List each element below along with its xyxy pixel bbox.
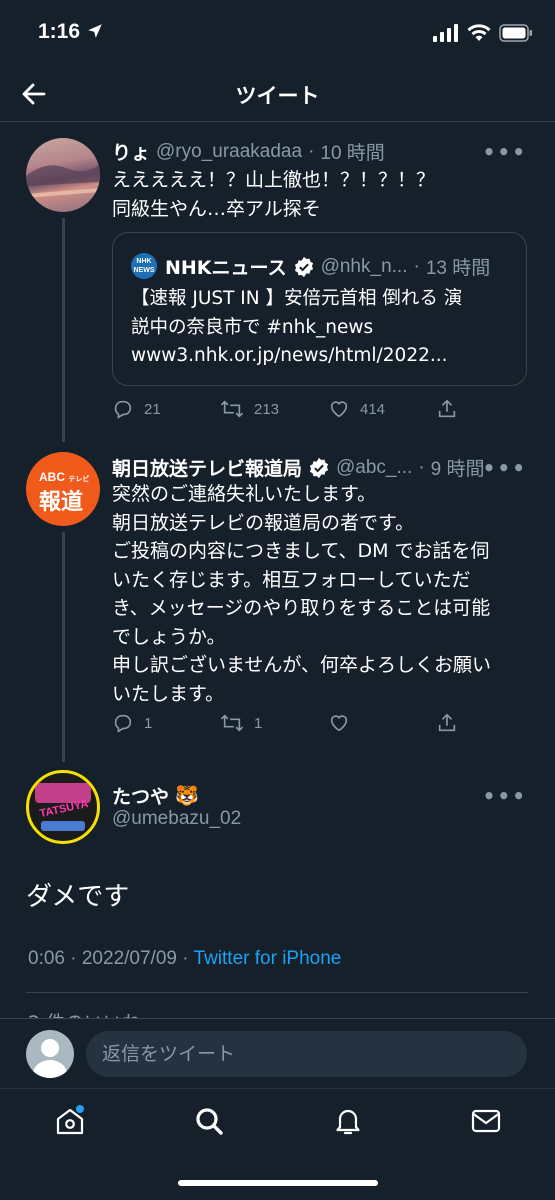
avatar-abc[interactable]: ABC テレビ 報道 [26,452,100,526]
reply-count: 21 [144,400,161,418]
avatar-ryo[interactable] [26,138,100,212]
quoted-tweet[interactable]: NHK NEWS NHKニュース @nhk_n... · 13 時間 【速報 JU… [112,232,527,386]
home-icon[interactable] [54,1105,86,1137]
divider [26,992,528,993]
more-options-icon[interactable]: ••• [483,140,527,164]
wifi-icon [467,24,491,41]
status-bar: 1:16 [0,0,555,66]
avatar-tatsuya[interactable]: TATSUYA [26,770,100,844]
cellular-signal-icon [433,24,458,42]
like-button[interactable] [328,712,436,734]
author-name[interactable]: たつや [112,782,169,809]
notifications-bell-icon[interactable] [332,1105,364,1137]
tweet-actions: 21 213 414 [112,398,544,420]
tweet-ryo[interactable]: りょ @ryo_uraakadaa · 10 時間 ••• えええええ！？山上徹… [0,122,555,442]
tweet-time: 9 時間 [430,459,485,480]
quoted-author-name: NHKニュース [165,257,287,279]
battery-icon [499,24,532,42]
tweet-time: 10 時間 [320,143,385,164]
retweet-button[interactable]: 213 [220,398,328,420]
retweet-count: 1 [254,714,263,732]
status-time: 1:16 [38,20,104,44]
page-title: ツイート [235,84,320,108]
retweet-icon [220,400,244,418]
reply-input[interactable]: 返信をツイート [86,1031,527,1077]
reply-button[interactable]: 1 [112,712,220,734]
search-icon[interactable] [193,1105,225,1137]
thread-line [62,532,65,762]
share-icon [438,399,456,418]
tweet-actions: 1 1 [112,712,544,734]
tweet-text: 突然のご連絡失礼いたします。 朝日放送テレビの報道局の者です。 ご投稿の内容につ… [112,483,492,705]
thread-line [62,218,65,442]
quoted-tweet-text: 【速報 JUST IN 】安倍元首相 倒れる 演 説中の奈良市で #nhk_ne… [131,288,463,366]
nhk-logo-icon: NHK NEWS [131,253,157,279]
author-name[interactable]: りょ [112,138,150,165]
verified-badge-icon [294,256,313,277]
reply-count: 1 [144,714,153,732]
author-handle[interactable]: @umebazu_02 [112,808,241,830]
reply-button[interactable]: 21 [112,398,220,420]
home-indicator [178,1180,378,1186]
retweet-count: 213 [254,400,280,418]
tweet-text: えええええ！？山上徹也！？！？！？ 同級生やん…卒アル探そ [112,169,436,220]
reply-icon [114,400,132,419]
main-tweet: TATSUYA たつや 🐯 ••• @umebazu_02 ダメです 0:06 … [0,762,555,1018]
share-icon [438,713,456,732]
retweet-icon [220,714,244,732]
main-tweet-text: ダメです [26,882,130,912]
more-options-icon[interactable]: ••• [483,784,527,808]
retweet-button[interactable]: 1 [220,712,328,734]
my-avatar[interactable] [26,1030,74,1078]
tweet-abc[interactable]: ABC テレビ 報道 朝日放送テレビ報道局 @abc_... · 9 時間 ••… [0,442,555,762]
verified-badge-icon [309,457,329,478]
tiger-emoji: 🐯 [175,785,199,807]
heart-icon [330,401,348,418]
tweet-source-link[interactable]: Twitter for iPhone [194,948,342,969]
sunset-image [26,164,100,198]
quoted-author-handle: @nhk_n... [320,255,408,277]
messages-mail-icon[interactable] [470,1105,502,1137]
like-button[interactable]: 414 [328,398,436,420]
share-button[interactable] [436,398,544,420]
quoted-tweet-time: 13 時間 [425,258,491,279]
author-handle[interactable]: @abc_... [336,457,412,479]
reply-composer: 返信をツイート [0,1018,555,1088]
like-count: 414 [360,400,386,418]
top-navigation-bar: ツイート [0,66,555,122]
heart-icon [330,715,348,732]
location-arrow-icon [88,24,102,38]
reply-icon [114,714,132,733]
share-button[interactable] [436,712,544,734]
tweet-timestamp: 0:06 · 2022/07/09 · [28,948,189,969]
author-handle[interactable]: @ryo_uraakadaa [156,141,302,163]
author-name[interactable]: 朝日放送テレビ報道局 [112,454,302,481]
likes-summary[interactable]: 2 件のいいね [28,1008,141,1018]
more-options-icon[interactable]: ••• [483,456,527,480]
